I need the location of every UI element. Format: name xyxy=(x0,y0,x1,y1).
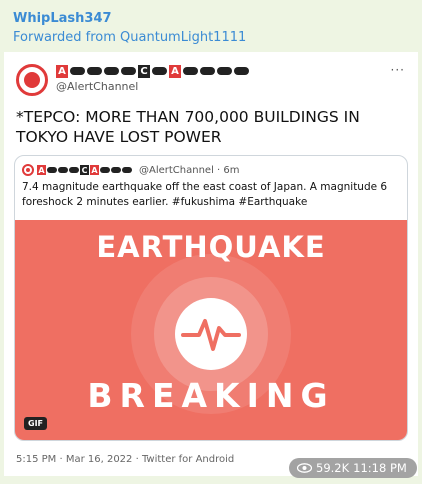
logo-letter: C xyxy=(138,64,150,78)
forwarded-from[interactable]: Forwarded from QuantumLight1111 xyxy=(13,30,246,45)
avatar xyxy=(16,64,48,96)
logo-letter: A xyxy=(169,64,181,78)
quoted-tweet: A C A @AlertChannel · 6m 7.4 magnitude e… xyxy=(14,155,408,441)
gif-badge: GIF xyxy=(24,417,48,430)
alert-channel-logo: A C A xyxy=(56,64,249,78)
heartbeat-icon xyxy=(181,319,241,351)
eye-icon xyxy=(297,463,312,473)
more-options-icon: ··· xyxy=(390,63,405,77)
message-time: 11:18 PM xyxy=(353,461,407,475)
logo-letter: A xyxy=(56,64,68,78)
quoted-tweet-header: A C A @AlertChannel · 6m xyxy=(22,162,240,178)
tweet-meta: 5:15 PM · Mar 16, 2022 · Twitter for And… xyxy=(16,454,235,465)
message-bubble[interactable]: WhipLash347 Forwarded from QuantumLight1… xyxy=(0,0,422,484)
quoted-avatar xyxy=(22,164,34,176)
quoted-handle-time: @AlertChannel · 6m xyxy=(139,164,240,176)
quoted-text: 7.4 magnitude earthquake off the east co… xyxy=(22,181,388,208)
quoted-logo: A C A xyxy=(37,165,132,175)
tweet-handle: @AlertChannel xyxy=(56,80,139,93)
earthquake-gif: EARTHQUAKE BREAKING GIF xyxy=(15,220,407,440)
tweet-screenshot[interactable]: A C A @AlertChannel ··· *TEPCO: MORE THA… xyxy=(4,52,418,476)
view-count: 59.2K xyxy=(316,461,350,475)
tweet-headline: *TEPCO: MORE THAN 700,000 BUILDINGS IN T… xyxy=(16,108,360,146)
message-footer: 59.2K 11:18 PM xyxy=(289,458,417,478)
earthquake-title: EARTHQUAKE xyxy=(96,230,326,264)
breaking-title: BREAKING xyxy=(87,376,335,415)
sender-name[interactable]: WhipLash347 xyxy=(13,11,112,26)
